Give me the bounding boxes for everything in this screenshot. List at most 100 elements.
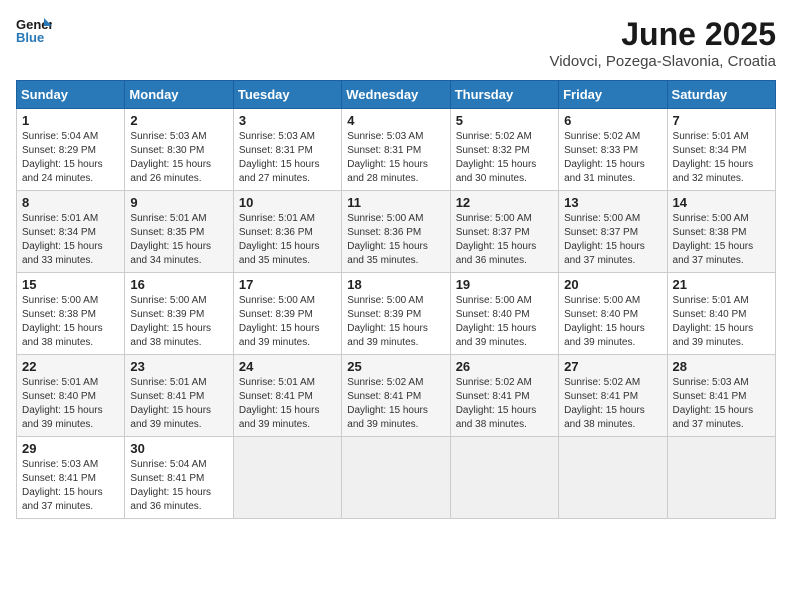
day-number: 22 bbox=[22, 359, 119, 374]
calendar-cell: 23 Sunrise: 5:01 AM Sunset: 8:41 PM Dayli… bbox=[125, 355, 233, 437]
day-number: 29 bbox=[22, 441, 119, 456]
calendar-cell: 29 Sunrise: 5:03 AM Sunset: 8:41 PM Dayli… bbox=[17, 437, 125, 519]
logo-icon: General Blue bbox=[16, 16, 52, 44]
day-info: Sunrise: 5:00 AM Sunset: 8:38 PM Dayligh… bbox=[22, 294, 119, 350]
day-number: 19 bbox=[456, 277, 553, 292]
calendar-cell: 8Sunrise: 5:01 AM Sunset: 8:34 PM Daylig… bbox=[17, 191, 125, 273]
calendar-week-row: 22 Sunrise: 5:01 AM Sunset: 8:40 PM Dayli… bbox=[17, 355, 776, 437]
calendar-title: June 2025 bbox=[549, 16, 776, 53]
calendar-cell: 10 Sunrise: 5:01 AM Sunset: 8:36 PM Dayli… bbox=[233, 191, 341, 273]
day-info: Sunrise: 5:01 AM Sunset: 8:34 PM Dayligh… bbox=[673, 130, 770, 186]
day-number: 18 bbox=[347, 277, 444, 292]
day-info: Sunrise: 5:03 AM Sunset: 8:30 PM Dayligh… bbox=[130, 130, 227, 186]
title-area: June 2025 Vidovci, Pozega-Slavonia, Croa… bbox=[549, 16, 776, 70]
calendar-cell: 4 Sunrise: 5:03 AM Sunset: 8:31 PM Daylig… bbox=[342, 109, 450, 191]
calendar-cell: 30Sunrise: 5:04 AM Sunset: 8:41 PM Dayli… bbox=[125, 437, 233, 519]
weekday-header-monday: Monday bbox=[125, 81, 233, 109]
calendar-cell: 13 Sunrise: 5:00 AM Sunset: 8:37 PM Dayli… bbox=[559, 191, 667, 273]
calendar-cell: 27 Sunrise: 5:02 AM Sunset: 8:41 PM Dayli… bbox=[559, 355, 667, 437]
day-info: Sunrise: 5:01 AM Sunset: 8:41 PM Dayligh… bbox=[130, 376, 227, 432]
calendar-cell: 7 Sunrise: 5:01 AM Sunset: 8:34 PM Daylig… bbox=[667, 109, 775, 191]
logo: General Blue bbox=[16, 16, 52, 44]
day-info: Sunrise: 5:00 AM Sunset: 8:39 PM Dayligh… bbox=[130, 294, 227, 350]
calendar-cell: 25 Sunrise: 5:02 AM Sunset: 8:41 PM Dayli… bbox=[342, 355, 450, 437]
calendar-cell: 16Sunrise: 5:00 AM Sunset: 8:39 PM Dayli… bbox=[125, 273, 233, 355]
calendar-header-row: SundayMondayTuesdayWednesdayThursdayFrid… bbox=[17, 81, 776, 109]
calendar-cell: 15 Sunrise: 5:00 AM Sunset: 8:38 PM Dayli… bbox=[17, 273, 125, 355]
day-info: Sunrise: 5:00 AM Sunset: 8:40 PM Dayligh… bbox=[564, 294, 661, 350]
day-info: Sunrise: 5:03 AM Sunset: 8:31 PM Dayligh… bbox=[347, 130, 444, 186]
calendar-cell: 22 Sunrise: 5:01 AM Sunset: 8:40 PM Dayli… bbox=[17, 355, 125, 437]
day-number: 2 bbox=[130, 113, 227, 128]
day-number: 24 bbox=[239, 359, 336, 374]
calendar-subtitle: Vidovci, Pozega-Slavonia, Croatia bbox=[549, 53, 776, 70]
day-info: Sunrise: 5:01 AM Sunset: 8:36 PM Dayligh… bbox=[239, 212, 336, 268]
day-info: Sunrise: 5:03 AM Sunset: 8:31 PM Dayligh… bbox=[239, 130, 336, 186]
calendar-cell: 20 Sunrise: 5:00 AM Sunset: 8:40 PM Dayli… bbox=[559, 273, 667, 355]
calendar-cell bbox=[342, 437, 450, 519]
day-info: Sunrise: 5:00 AM Sunset: 8:39 PM Dayligh… bbox=[239, 294, 336, 350]
day-info: Sunrise: 5:01 AM Sunset: 8:41 PM Dayligh… bbox=[239, 376, 336, 432]
day-number: 13 bbox=[564, 195, 661, 210]
calendar-cell bbox=[233, 437, 341, 519]
weekday-header-saturday: Saturday bbox=[667, 81, 775, 109]
calendar-cell: 18Sunrise: 5:00 AM Sunset: 8:39 PM Dayli… bbox=[342, 273, 450, 355]
day-number: 28 bbox=[673, 359, 770, 374]
header: General Blue June 2025 Vidovci, Pozega-S… bbox=[16, 16, 776, 70]
day-info: Sunrise: 5:01 AM Sunset: 8:40 PM Dayligh… bbox=[673, 294, 770, 350]
day-number: 6 bbox=[564, 113, 661, 128]
calendar-cell: 12Sunrise: 5:00 AM Sunset: 8:37 PM Dayli… bbox=[450, 191, 558, 273]
day-number: 3 bbox=[239, 113, 336, 128]
day-info: Sunrise: 5:01 AM Sunset: 8:40 PM Dayligh… bbox=[22, 376, 119, 432]
calendar-week-row: 29 Sunrise: 5:03 AM Sunset: 8:41 PM Dayli… bbox=[17, 437, 776, 519]
day-number: 7 bbox=[673, 113, 770, 128]
day-info: Sunrise: 5:01 AM Sunset: 8:35 PM Dayligh… bbox=[130, 212, 227, 268]
calendar-cell: 28 Sunrise: 5:03 AM Sunset: 8:41 PM Dayli… bbox=[667, 355, 775, 437]
calendar-cell: 11Sunrise: 5:00 AM Sunset: 8:36 PM Dayli… bbox=[342, 191, 450, 273]
day-info: Sunrise: 5:03 AM Sunset: 8:41 PM Dayligh… bbox=[673, 376, 770, 432]
day-number: 23 bbox=[130, 359, 227, 374]
day-number: 5 bbox=[456, 113, 553, 128]
day-info: Sunrise: 5:02 AM Sunset: 8:41 PM Dayligh… bbox=[564, 376, 661, 432]
day-number: 25 bbox=[347, 359, 444, 374]
day-number: 26 bbox=[456, 359, 553, 374]
day-info: Sunrise: 5:01 AM Sunset: 8:34 PM Dayligh… bbox=[22, 212, 119, 268]
calendar-cell: 26Sunrise: 5:02 AM Sunset: 8:41 PM Dayli… bbox=[450, 355, 558, 437]
day-info: Sunrise: 5:00 AM Sunset: 8:37 PM Dayligh… bbox=[564, 212, 661, 268]
day-number: 10 bbox=[239, 195, 336, 210]
day-number: 27 bbox=[564, 359, 661, 374]
day-info: Sunrise: 5:02 AM Sunset: 8:33 PM Dayligh… bbox=[564, 130, 661, 186]
calendar-cell bbox=[559, 437, 667, 519]
calendar-cell: 24 Sunrise: 5:01 AM Sunset: 8:41 PM Dayli… bbox=[233, 355, 341, 437]
calendar-cell: 21Sunrise: 5:01 AM Sunset: 8:40 PM Dayli… bbox=[667, 273, 775, 355]
weekday-header-thursday: Thursday bbox=[450, 81, 558, 109]
day-number: 15 bbox=[22, 277, 119, 292]
day-number: 1 bbox=[22, 113, 119, 128]
day-number: 14 bbox=[673, 195, 770, 210]
calendar-week-row: 1 Sunrise: 5:04 AM Sunset: 8:29 PM Daylig… bbox=[17, 109, 776, 191]
day-info: Sunrise: 5:00 AM Sunset: 8:40 PM Dayligh… bbox=[456, 294, 553, 350]
calendar-cell: 5 Sunrise: 5:02 AM Sunset: 8:32 PM Daylig… bbox=[450, 109, 558, 191]
weekday-header-sunday: Sunday bbox=[17, 81, 125, 109]
calendar-cell bbox=[667, 437, 775, 519]
weekday-header-wednesday: Wednesday bbox=[342, 81, 450, 109]
svg-text:Blue: Blue bbox=[16, 30, 44, 44]
weekday-header-tuesday: Tuesday bbox=[233, 81, 341, 109]
weekday-header-friday: Friday bbox=[559, 81, 667, 109]
day-info: Sunrise: 5:03 AM Sunset: 8:41 PM Dayligh… bbox=[22, 458, 119, 514]
day-info: Sunrise: 5:02 AM Sunset: 8:41 PM Dayligh… bbox=[347, 376, 444, 432]
day-info: Sunrise: 5:02 AM Sunset: 8:32 PM Dayligh… bbox=[456, 130, 553, 186]
day-number: 30 bbox=[130, 441, 227, 456]
calendar-cell: 19 Sunrise: 5:00 AM Sunset: 8:40 PM Dayli… bbox=[450, 273, 558, 355]
day-number: 20 bbox=[564, 277, 661, 292]
calendar-cell: 2 Sunrise: 5:03 AM Sunset: 8:30 PM Daylig… bbox=[125, 109, 233, 191]
day-number: 4 bbox=[347, 113, 444, 128]
calendar-table: SundayMondayTuesdayWednesdayThursdayFrid… bbox=[16, 80, 776, 519]
calendar-cell: 1 Sunrise: 5:04 AM Sunset: 8:29 PM Daylig… bbox=[17, 109, 125, 191]
day-info: Sunrise: 5:04 AM Sunset: 8:29 PM Dayligh… bbox=[22, 130, 119, 186]
day-info: Sunrise: 5:00 AM Sunset: 8:36 PM Dayligh… bbox=[347, 212, 444, 268]
calendar-week-row: 8Sunrise: 5:01 AM Sunset: 8:34 PM Daylig… bbox=[17, 191, 776, 273]
calendar-cell: 14Sunrise: 5:00 AM Sunset: 8:38 PM Dayli… bbox=[667, 191, 775, 273]
calendar-cell: 17Sunrise: 5:00 AM Sunset: 8:39 PM Dayli… bbox=[233, 273, 341, 355]
day-number: 9 bbox=[130, 195, 227, 210]
